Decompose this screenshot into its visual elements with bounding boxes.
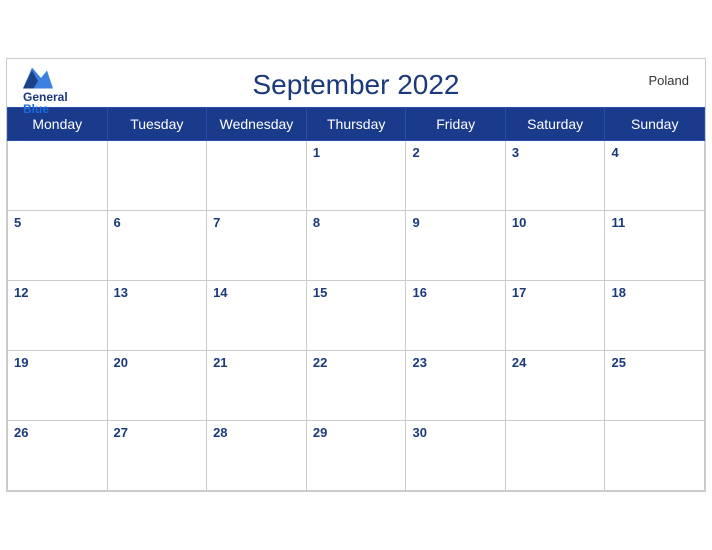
week-row-1: 1 2 3 4 [8, 141, 705, 211]
day-number: 22 [313, 355, 327, 370]
day-cell: 26 [8, 421, 108, 491]
col-wednesday: Wednesday [207, 108, 307, 141]
day-number: 25 [611, 355, 625, 370]
day-number: 11 [611, 215, 625, 230]
day-number: 23 [412, 355, 426, 370]
day-number: 17 [512, 285, 526, 300]
day-cell: 3 [505, 141, 605, 211]
day-cell [8, 141, 108, 211]
calendar: General Blue September 2022 Poland Monda… [6, 58, 706, 492]
day-cell: 1 [306, 141, 406, 211]
day-cell: 30 [406, 421, 505, 491]
day-cell: 27 [107, 421, 207, 491]
day-cell [605, 421, 705, 491]
day-cell: 10 [505, 211, 605, 281]
day-number: 8 [313, 215, 320, 230]
day-number: 10 [512, 215, 526, 230]
calendar-header: General Blue September 2022 Poland [7, 59, 705, 107]
day-number: 19 [14, 355, 28, 370]
logo: General Blue [23, 67, 68, 115]
day-cell: 13 [107, 281, 207, 351]
day-number: 12 [14, 285, 28, 300]
day-cell: 11 [605, 211, 705, 281]
day-cell: 4 [605, 141, 705, 211]
day-number: 7 [213, 215, 220, 230]
calendar-table: Monday Tuesday Wednesday Thursday Friday… [7, 107, 705, 491]
day-number: 28 [213, 425, 227, 440]
day-number: 27 [114, 425, 128, 440]
week-row-2: 5 6 7 8 9 10 11 [8, 211, 705, 281]
day-number: 30 [412, 425, 426, 440]
day-cell: 29 [306, 421, 406, 491]
weekday-header-row: Monday Tuesday Wednesday Thursday Friday… [8, 108, 705, 141]
col-friday: Friday [406, 108, 505, 141]
day-number: 13 [114, 285, 128, 300]
day-number: 24 [512, 355, 526, 370]
day-cell: 7 [207, 211, 307, 281]
day-cell: 22 [306, 351, 406, 421]
day-cell: 19 [8, 351, 108, 421]
col-sunday: Sunday [605, 108, 705, 141]
day-cell: 23 [406, 351, 505, 421]
day-cell: 17 [505, 281, 605, 351]
day-cell: 16 [406, 281, 505, 351]
day-cell: 20 [107, 351, 207, 421]
day-number: 21 [213, 355, 227, 370]
col-thursday: Thursday [306, 108, 406, 141]
day-cell: 5 [8, 211, 108, 281]
day-cell: 12 [8, 281, 108, 351]
day-cell [107, 141, 207, 211]
day-cell: 15 [306, 281, 406, 351]
calendar-title: September 2022 [252, 69, 459, 101]
day-cell: 6 [107, 211, 207, 281]
day-cell: 9 [406, 211, 505, 281]
day-number: 20 [114, 355, 128, 370]
day-number: 4 [611, 145, 618, 160]
day-number: 3 [512, 145, 519, 160]
day-number: 2 [412, 145, 419, 160]
week-row-5: 26 27 28 29 30 [8, 421, 705, 491]
col-tuesday: Tuesday [107, 108, 207, 141]
day-number: 16 [412, 285, 426, 300]
day-cell: 28 [207, 421, 307, 491]
day-number: 5 [14, 215, 21, 230]
day-cell [505, 421, 605, 491]
day-number: 29 [313, 425, 327, 440]
day-cell: 24 [505, 351, 605, 421]
day-cell: 21 [207, 351, 307, 421]
day-number: 1 [313, 145, 320, 160]
day-number: 9 [412, 215, 419, 230]
logo-icon [23, 67, 53, 89]
day-number: 14 [213, 285, 227, 300]
country-label: Poland [649, 73, 689, 88]
week-row-3: 12 13 14 15 16 17 18 [8, 281, 705, 351]
day-cell: 18 [605, 281, 705, 351]
col-saturday: Saturday [505, 108, 605, 141]
day-cell: 25 [605, 351, 705, 421]
day-number: 15 [313, 285, 327, 300]
day-number: 18 [611, 285, 625, 300]
day-cell: 2 [406, 141, 505, 211]
day-number: 6 [114, 215, 121, 230]
day-number: 26 [14, 425, 28, 440]
logo-blue-text: Blue [23, 103, 49, 115]
day-cell [207, 141, 307, 211]
day-cell: 8 [306, 211, 406, 281]
day-cell: 14 [207, 281, 307, 351]
week-row-4: 19 20 21 22 23 24 25 [8, 351, 705, 421]
